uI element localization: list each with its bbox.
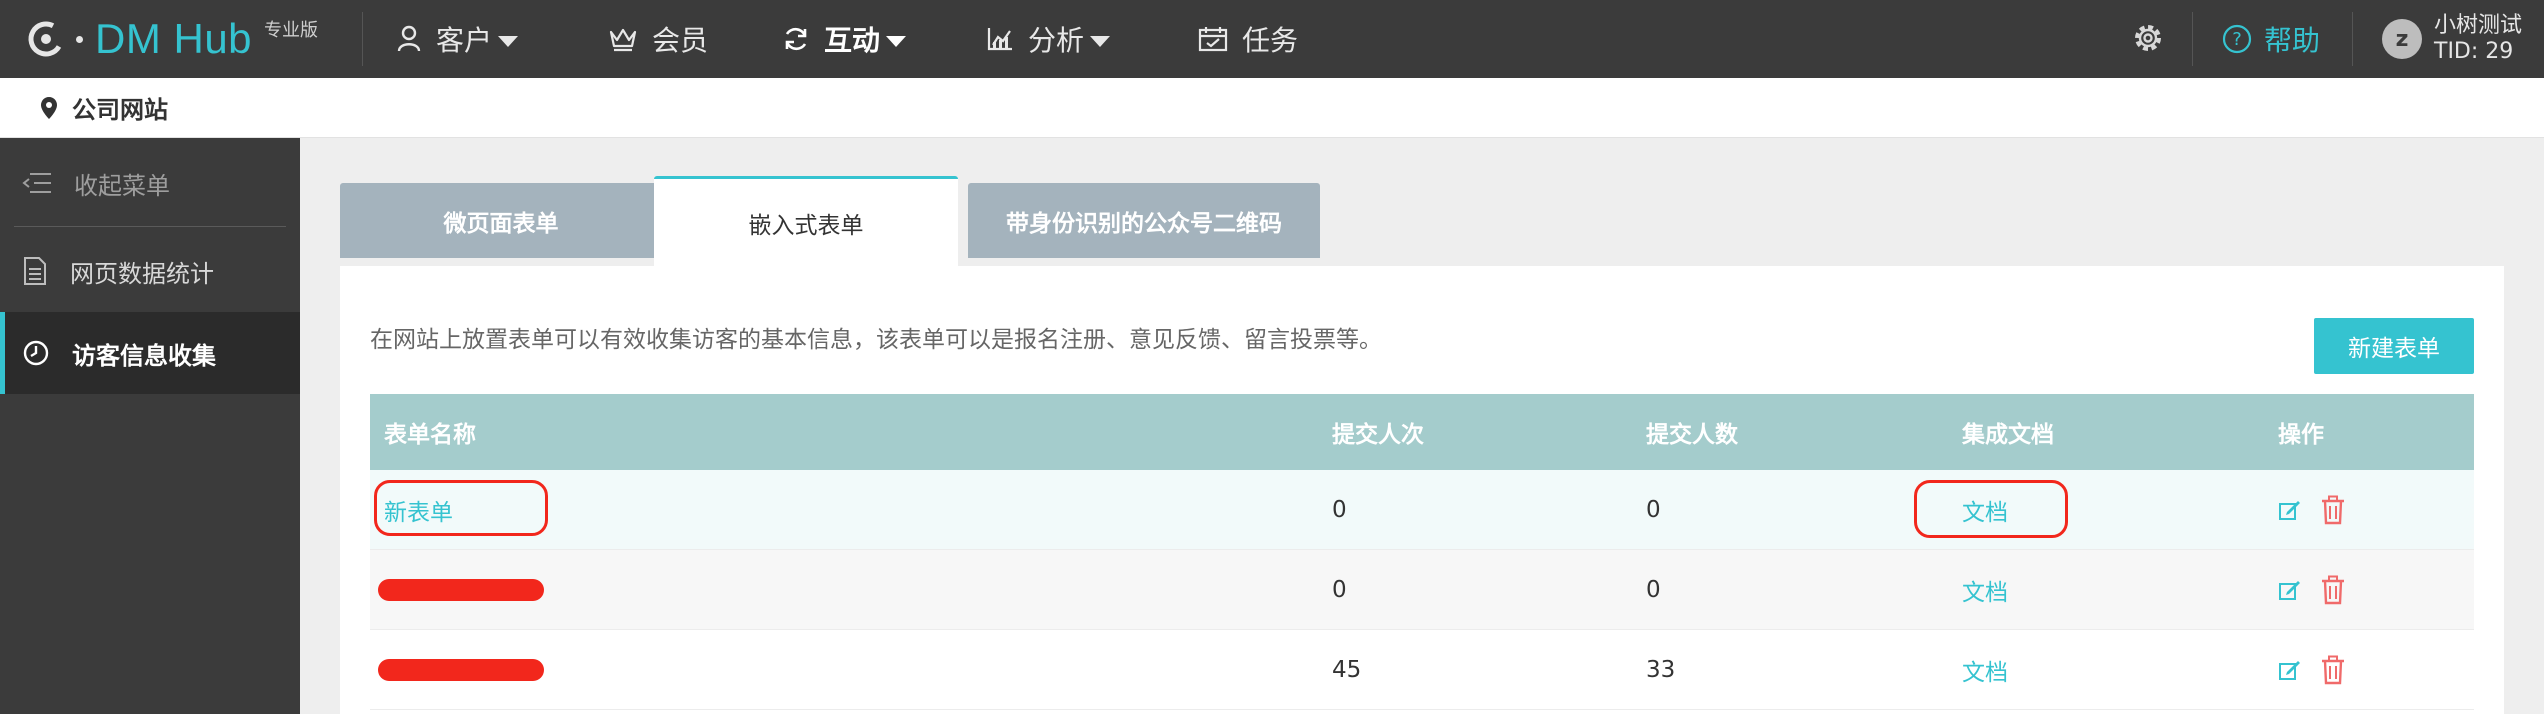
trash-icon[interactable] bbox=[2320, 495, 2346, 525]
form-name-link[interactable] bbox=[378, 550, 544, 630]
column-header-name: 表单名称 bbox=[384, 422, 476, 448]
sidebar-item-label: 访客信息收集 bbox=[72, 341, 216, 370]
sidebar-item-collapse-menu[interactable]: 收起菜单 bbox=[0, 142, 300, 224]
user-tid: TID: 29 bbox=[2434, 39, 2514, 64]
table-row: 0 0 文档 bbox=[370, 550, 2474, 630]
collapse-menu-icon bbox=[22, 173, 51, 193]
nav-divider bbox=[2192, 12, 2193, 66]
chart-icon bbox=[987, 28, 1012, 51]
chevron-down-icon bbox=[886, 35, 907, 47]
submitters-count: 0 bbox=[1646, 497, 1661, 523]
panel-description: 在网站上放置表单可以有效收集访客的基本信息，该表单可以是报名注册、意见反馈、留言… bbox=[370, 327, 1382, 353]
tab-embedded-form[interactable]: 嵌入式表单 bbox=[654, 176, 958, 266]
sidebar-item-page-stats[interactable]: 网页数据统计 bbox=[0, 230, 300, 312]
red-annotation-circle bbox=[1914, 480, 2068, 538]
person-icon bbox=[397, 25, 421, 52]
sidebar-item-label: 网页数据统计 bbox=[70, 259, 214, 288]
brand-separator-dot bbox=[76, 35, 83, 43]
doc-link[interactable]: 文档 bbox=[1962, 550, 2008, 630]
tab-wechat-qrcode[interactable]: 带身份识别的公众号二维码 bbox=[968, 183, 1320, 258]
forms-table: 表单名称 提交人次 提交人数 集成文档 操作 新表单 0 0 文档 0 0 文档… bbox=[370, 394, 2474, 710]
top-navigation: DM Hub 专业版 客户 会员 互动 分析 任务 ? 帮助 z 小树测试 TI… bbox=[0, 0, 2544, 78]
sidebar-item-label: 收起菜单 bbox=[74, 171, 170, 200]
nav-item-label: 会员 bbox=[652, 24, 709, 57]
brand-logo-icon bbox=[28, 21, 64, 57]
breadcrumb: 公司网站 bbox=[0, 78, 2544, 138]
document-icon bbox=[24, 257, 46, 285]
redaction-mark bbox=[378, 579, 544, 601]
tab-micro-page-form[interactable]: 微页面表单 bbox=[340, 183, 662, 258]
calendar-task-icon bbox=[1198, 27, 1228, 52]
nav-item-customers[interactable]: 客户 bbox=[396, 0, 519, 78]
brand[interactable]: DM Hub 专业版 bbox=[26, 0, 318, 78]
clock-icon bbox=[23, 340, 49, 366]
crown-icon bbox=[609, 28, 637, 52]
avatar: z bbox=[2382, 19, 2422, 59]
trash-icon[interactable] bbox=[2320, 655, 2346, 685]
column-header-submitters: 提交人数 bbox=[1646, 422, 1738, 448]
chevron-down-icon bbox=[498, 35, 519, 47]
location-pin-icon bbox=[41, 96, 57, 119]
table-header: 表单名称 提交人次 提交人数 集成文档 操作 bbox=[370, 394, 2474, 470]
help-link[interactable]: ? 帮助 bbox=[2222, 0, 2320, 78]
submissions-count: 45 bbox=[1332, 657, 1362, 683]
nav-item-analytics[interactable]: 分析 bbox=[986, 0, 1111, 78]
form-panel: 在网站上放置表单可以有效收集访客的基本信息，该表单可以是报名注册、意见反馈、留言… bbox=[340, 266, 2504, 714]
column-header-doc: 集成文档 bbox=[1962, 422, 2054, 448]
brand-name: DM Hub bbox=[95, 15, 253, 62]
nav-item-label: 任务 bbox=[1242, 24, 1299, 57]
submissions-count: 0 bbox=[1332, 577, 1347, 603]
sidebar-divider bbox=[14, 226, 286, 227]
refresh-icon bbox=[785, 27, 807, 51]
nav-item-interaction[interactable]: 互动 bbox=[782, 0, 907, 78]
nav-divider bbox=[2352, 12, 2353, 66]
submitters-count: 0 bbox=[1646, 577, 1661, 603]
svg-text:?: ? bbox=[2232, 29, 2242, 50]
submitters-count: 33 bbox=[1646, 657, 1676, 683]
table-row: 新表单 0 0 文档 bbox=[370, 470, 2474, 550]
redaction-mark bbox=[378, 659, 544, 681]
red-annotation-circle bbox=[374, 480, 548, 536]
user-name: 小树测试 bbox=[2434, 13, 2523, 38]
nav-item-members[interactable]: 会员 bbox=[608, 0, 708, 78]
breadcrumb-label: 公司网站 bbox=[72, 96, 168, 124]
gear-icon[interactable] bbox=[2130, 20, 2166, 56]
nav-item-label: 分析 bbox=[1028, 24, 1085, 57]
nav-item-label: 客户 bbox=[436, 24, 493, 57]
edit-icon[interactable] bbox=[2278, 498, 2302, 522]
nav-divider bbox=[362, 12, 363, 66]
help-label: 帮助 bbox=[2264, 24, 2321, 57]
new-form-button[interactable]: 新建表单 bbox=[2314, 318, 2474, 374]
doc-link[interactable]: 文档 bbox=[1962, 630, 2008, 710]
user-menu[interactable]: z 小树测试 TID: 29 bbox=[2382, 12, 2522, 66]
column-header-actions: 操作 bbox=[2278, 422, 2324, 448]
sidebar: 收起菜单 网页数据统计 访客信息收集 bbox=[0, 138, 300, 714]
column-header-submissions: 提交人次 bbox=[1332, 422, 1424, 448]
edit-icon[interactable] bbox=[2278, 578, 2302, 602]
edit-icon[interactable] bbox=[2278, 658, 2302, 682]
sidebar-item-visitor-info[interactable]: 访客信息收集 bbox=[0, 312, 300, 394]
form-name-link[interactable] bbox=[378, 630, 544, 710]
nav-item-label: 互动 bbox=[824, 24, 881, 57]
brand-edition: 专业版 bbox=[264, 20, 319, 41]
submissions-count: 0 bbox=[1332, 497, 1347, 523]
nav-item-tasks[interactable]: 任务 bbox=[1198, 0, 1298, 78]
table-row: 45 33 文档 bbox=[370, 630, 2474, 710]
question-circle-icon: ? bbox=[2222, 24, 2252, 54]
chevron-down-icon bbox=[1090, 35, 1111, 47]
trash-icon[interactable] bbox=[2320, 575, 2346, 605]
